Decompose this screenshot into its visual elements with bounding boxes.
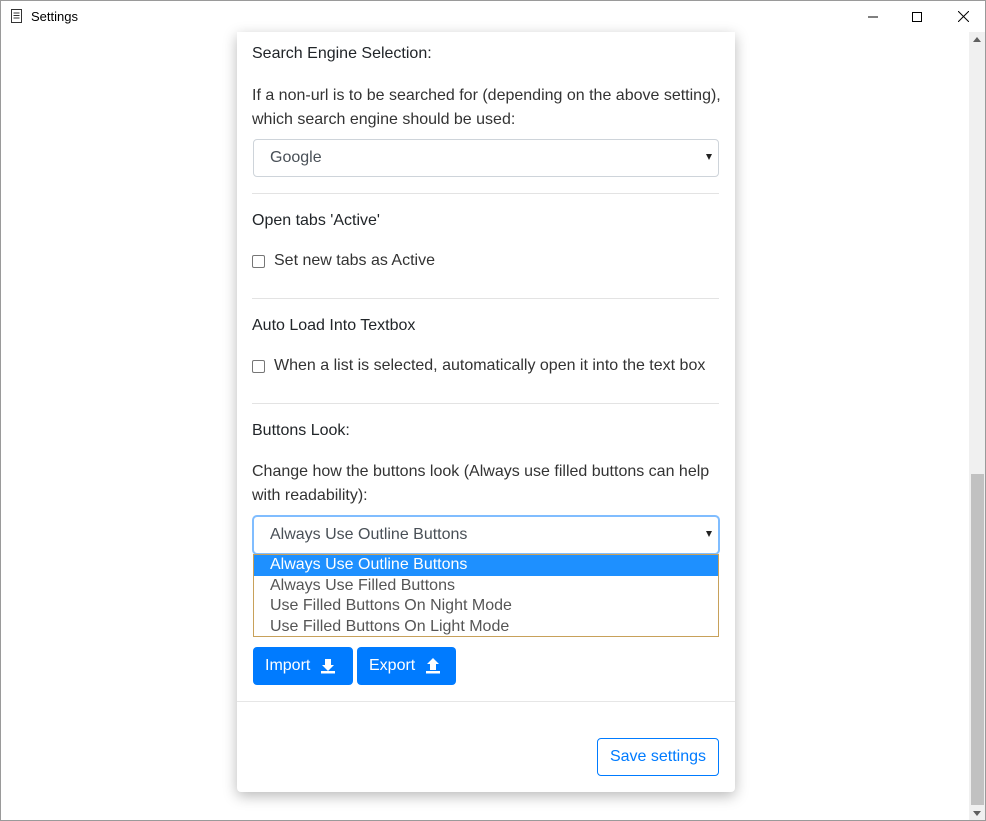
buttons-look-dropdown: Always Use Outline Buttons Always Use Fi… (253, 554, 719, 637)
dropdown-option[interactable]: Use Filled Buttons On Night Mode (254, 596, 718, 617)
import-button[interactable]: Import (253, 647, 353, 685)
close-button[interactable] (940, 1, 985, 32)
search-engine-description: If a non-url is to be searched for (depe… (252, 87, 721, 128)
window-title: Settings (31, 9, 78, 24)
scroll-down-arrow-icon[interactable] (973, 811, 981, 816)
auto-load-checkbox-label[interactable]: When a list is selected, automatically o… (274, 357, 705, 375)
open-tabs-title: Open tabs 'Active' (252, 212, 380, 229)
open-tabs-checkbox[interactable] (252, 254, 265, 268)
footer-divider (237, 701, 735, 702)
divider (252, 403, 719, 404)
open-tabs-checkbox-label[interactable]: Set new tabs as Active (274, 252, 435, 270)
search-engine-title: Search Engine Selection: (252, 45, 432, 62)
maximize-button[interactable] (894, 1, 940, 32)
search-engine-selected-value: Google (270, 149, 322, 166)
divider (252, 298, 719, 299)
close-icon (957, 11, 969, 22)
save-settings-button[interactable]: Save settings (597, 738, 719, 776)
search-engine-select[interactable]: Google (253, 139, 719, 177)
maximize-icon (912, 11, 922, 22)
export-button[interactable]: Export (357, 647, 456, 685)
auto-load-title: Auto Load Into Textbox (252, 317, 416, 334)
title-bar: Settings (1, 1, 985, 32)
settings-window: Settings Search Engine Selection: If a n… (0, 0, 986, 821)
buttons-look-selected-value: Always Use Outline Buttons (270, 526, 468, 543)
scroll-up-arrow-icon[interactable] (973, 37, 981, 42)
minimize-button[interactable] (850, 1, 896, 32)
auto-load-option: When a list is selected, automatically o… (252, 357, 705, 375)
open-tabs-option: Set new tabs as Active (252, 252, 435, 270)
divider (252, 193, 719, 194)
buttons-look-select[interactable]: Always Use Outline Buttons (253, 516, 719, 554)
dropdown-option[interactable]: Always Use Filled Buttons (254, 576, 718, 597)
caret-down-icon (706, 531, 712, 537)
buttons-look-title: Buttons Look: (252, 422, 350, 439)
download-icon (321, 659, 336, 674)
dropdown-option[interactable]: Always Use Outline Buttons (254, 555, 718, 576)
minimize-icon (868, 16, 878, 17)
buttons-look-description: Change how the buttons look (Always use … (252, 463, 710, 504)
dropdown-option[interactable]: Use Filled Buttons On Light Mode (254, 617, 718, 638)
document-icon (11, 9, 22, 23)
import-button-label: Import (265, 657, 311, 674)
caret-down-icon (706, 154, 712, 160)
upload-icon (426, 658, 441, 674)
auto-load-checkbox[interactable] (252, 359, 265, 373)
export-button-label: Export (369, 657, 416, 674)
scrollbar-thumb[interactable] (971, 474, 984, 805)
